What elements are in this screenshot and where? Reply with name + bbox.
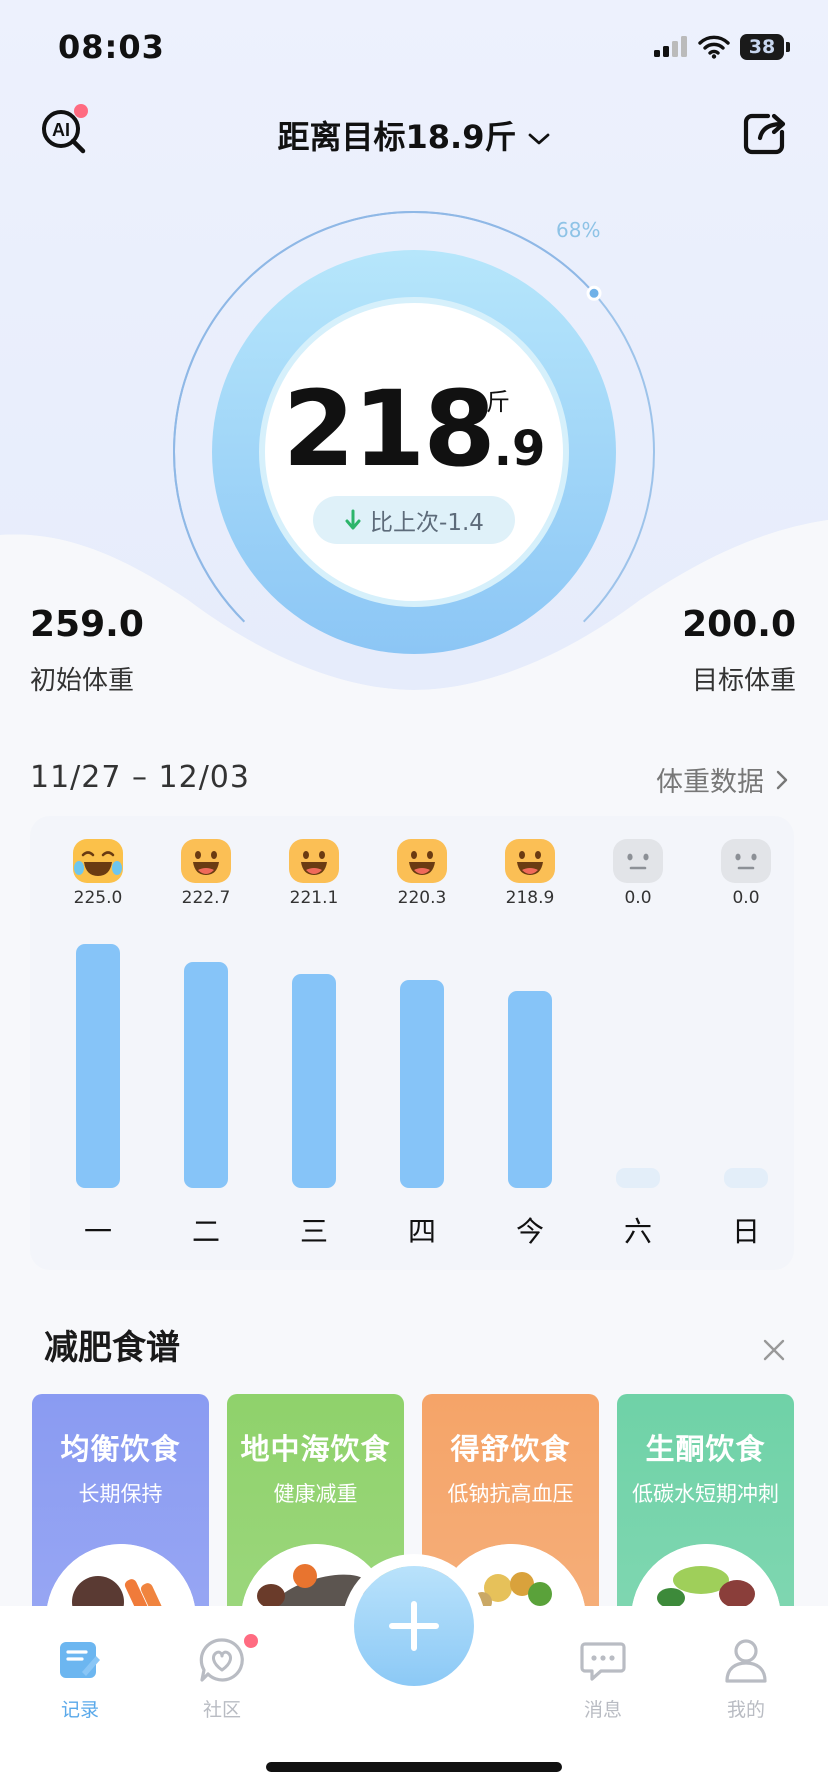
grin-face-icon	[288, 838, 340, 884]
tab-messages[interactable]: 消息	[553, 1636, 653, 1722]
recipe-subtitle: 低碳水短期冲刺	[632, 1482, 779, 1506]
day-weight-value: 220.3	[397, 888, 447, 908]
recipe-subtitle: 低钠抗高血压	[447, 1482, 574, 1506]
weight-bar[interactable]	[76, 944, 120, 1188]
weight-data-label: 体重数据	[656, 767, 764, 798]
day-weight-value: 225.0	[73, 888, 123, 908]
day-summary[interactable]: 218.9	[485, 838, 575, 908]
tab-community[interactable]: 社区	[172, 1636, 272, 1722]
day-summary[interactable]: 221.1	[269, 838, 359, 908]
current-weight: 218.9	[0, 368, 828, 490]
neutral-face-icon	[720, 838, 772, 884]
weight-data-link[interactable]: 体重数据	[656, 760, 788, 799]
start-weight-label: 初始体重	[30, 666, 135, 696]
day-summary[interactable]: 220.3	[377, 838, 467, 908]
progress-percent: 68%	[556, 218, 601, 242]
tab-community-label: 社区	[202, 1699, 241, 1721]
day-label: 一	[83, 1215, 112, 1248]
tab-messages-label: 消息	[583, 1699, 622, 1721]
heart-bubble-icon	[199, 1638, 244, 1682]
recipe-name: 均衡饮食	[60, 1432, 181, 1466]
chat-icon	[580, 1642, 626, 1681]
start-weight-value: 259.0	[30, 604, 144, 645]
target-weight-label: 目标体重	[691, 666, 796, 696]
weight-decimal: .9	[493, 421, 546, 477]
day-weight-value: 221.1	[289, 888, 339, 908]
day-label: 日	[731, 1215, 760, 1248]
day-summary[interactable]: 0.0	[701, 838, 791, 908]
target-weight-value: 200.0	[682, 604, 796, 645]
add-record-button[interactable]	[354, 1566, 474, 1686]
day-weight-value: 222.7	[181, 888, 231, 908]
day-label: 四	[407, 1215, 436, 1248]
week-chart-card: 225.0 一 222.7 二 221.1 三 220.3 四 218.9 今 0.0 六 0.0 日	[30, 816, 794, 1270]
day-label: 三	[299, 1215, 328, 1248]
weight-bar[interactable]	[184, 961, 228, 1188]
day-label: 今	[515, 1215, 544, 1248]
recipe-name: 生酮饮食	[645, 1432, 766, 1466]
day-label: 六	[623, 1215, 652, 1248]
tab-profile-label: 我的	[726, 1699, 765, 1721]
weight-unit: 斤	[486, 388, 510, 416]
recipe-name: 得舒饮食	[450, 1432, 571, 1466]
day-summary[interactable]: 222.7	[161, 838, 251, 908]
tab-profile[interactable]: 我的	[696, 1636, 796, 1722]
recipes-title: 减肥食谱	[44, 1328, 180, 1368]
weight-bar[interactable]	[400, 980, 444, 1188]
close-icon[interactable]	[762, 1338, 786, 1362]
neutral-face-icon	[612, 838, 664, 884]
day-weight-value: 0.0	[624, 888, 652, 908]
grin-face-icon	[180, 838, 232, 884]
day-weight-value: 0.0	[732, 888, 760, 908]
day-summary[interactable]: 225.0	[53, 838, 143, 908]
chevron-right-icon	[776, 770, 788, 789]
notebook-icon	[60, 1642, 100, 1678]
weight-bar[interactable]	[616, 1168, 660, 1188]
notification-dot	[244, 1634, 258, 1648]
arrow-down-icon	[345, 509, 361, 530]
progress-marker	[586, 285, 602, 301]
day-weight-value: 218.9	[505, 888, 555, 908]
person-icon	[725, 1639, 767, 1683]
recipe-subtitle: 健康减重	[273, 1482, 358, 1506]
laugh-tears-face-icon	[72, 838, 124, 884]
tab-record[interactable]: 记录	[30, 1636, 130, 1722]
tab-record-label: 记录	[60, 1699, 99, 1721]
weight-diff-badge: 比上次-1.4	[313, 496, 515, 544]
grin-face-icon	[504, 838, 556, 884]
weight-diff-label: 比上次-1.4	[370, 510, 484, 536]
plus-icon	[389, 1601, 439, 1651]
weight-bar[interactable]	[724, 1168, 768, 1188]
weight-bar[interactable]	[292, 973, 336, 1188]
recipe-subtitle: 长期保持	[78, 1482, 163, 1506]
day-summary[interactable]: 0.0	[593, 838, 683, 908]
home-indicator	[266, 1762, 562, 1772]
weight-bar[interactable]	[508, 990, 552, 1188]
week-range: 11/27 – 12/03	[30, 760, 250, 795]
grin-face-icon	[396, 838, 448, 884]
recipe-name: 地中海饮食	[240, 1432, 391, 1466]
day-label: 二	[191, 1215, 220, 1248]
weight-integer: 218	[282, 368, 496, 490]
